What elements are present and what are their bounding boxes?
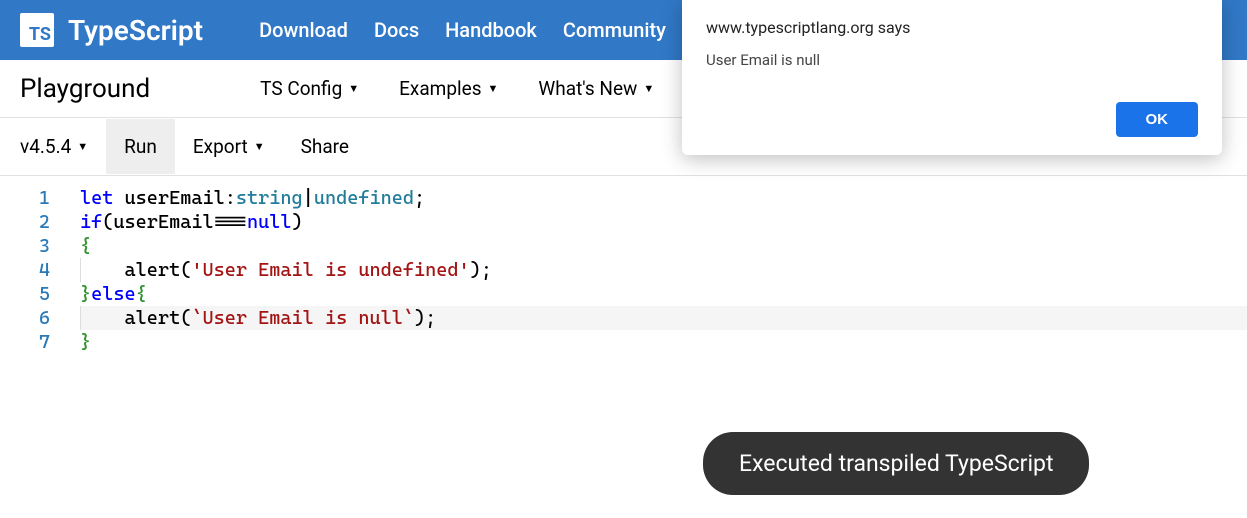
line-number: 7 (0, 330, 50, 354)
caret-down-icon: ▼ (643, 82, 654, 95)
version-selector[interactable]: v4.5.4 ▼ (20, 119, 106, 174)
line-number: 5 (0, 282, 50, 306)
nav-links: Download Docs Handbook Community (259, 18, 666, 42)
caret-down-icon: ▼ (488, 82, 499, 95)
code-editor[interactable]: 1 2 3 4 5 6 7 let userEmail:string|undef… (0, 176, 1247, 354)
share-button[interactable]: Share (283, 119, 367, 174)
line-number: 2 (0, 210, 50, 234)
nav-handbook[interactable]: Handbook (445, 18, 537, 42)
code-line: let userEmail:string|undefined; (80, 186, 1247, 210)
ts-config-menu[interactable]: TS Config ▼ (260, 77, 359, 100)
line-number: 3 (0, 234, 50, 258)
alert-origin: www.typescriptlang.org says (706, 18, 1198, 37)
nav-download[interactable]: Download (259, 18, 348, 42)
execution-toast: Executed transpiled TypeScript (703, 432, 1089, 495)
examples-label: Examples (399, 77, 481, 100)
export-menu[interactable]: Export ▼ (175, 119, 283, 174)
line-number: 1 (0, 186, 50, 210)
code-content[interactable]: let userEmail:string|undefined;if(userEm… (60, 176, 1247, 354)
logo-text: TypeScript (68, 14, 203, 47)
ts-config-label: TS Config (260, 77, 342, 100)
export-label: Export (193, 135, 248, 158)
code-line: }else{ (80, 282, 1247, 306)
alert-message: User Email is null (706, 51, 1198, 102)
line-number: 6 (0, 306, 50, 330)
caret-down-icon: ▼ (77, 140, 88, 153)
whats-new-menu[interactable]: What's New ▼ (538, 77, 654, 100)
code-line: alert(`User Email is null`); (80, 306, 1247, 330)
run-button[interactable]: Run (106, 119, 175, 174)
ts-logo-icon: TS (20, 13, 54, 47)
caret-down-icon: ▼ (348, 82, 359, 95)
version-label: v4.5.4 (20, 135, 71, 158)
code-line: } (80, 330, 1247, 354)
code-line: { (80, 234, 1247, 258)
browser-alert-dialog: www.typescriptlang.org says User Email i… (682, 0, 1222, 155)
line-number: 4 (0, 258, 50, 282)
nav-docs[interactable]: Docs (374, 18, 419, 42)
caret-down-icon: ▼ (254, 140, 265, 153)
code-line: alert('User Email is undefined'); (80, 258, 1247, 282)
nav-community[interactable]: Community (563, 18, 666, 42)
page-title: Playground (20, 74, 150, 104)
alert-ok-button[interactable]: OK (1116, 102, 1199, 137)
alert-actions: OK (706, 102, 1198, 137)
whats-new-label: What's New (538, 77, 637, 100)
examples-menu[interactable]: Examples ▼ (399, 77, 498, 100)
code-line: if(userEmail===null) (80, 210, 1247, 234)
subheader-menu: TS Config ▼ Examples ▼ What's New ▼ (260, 77, 654, 100)
line-gutter: 1 2 3 4 5 6 7 (0, 176, 60, 354)
